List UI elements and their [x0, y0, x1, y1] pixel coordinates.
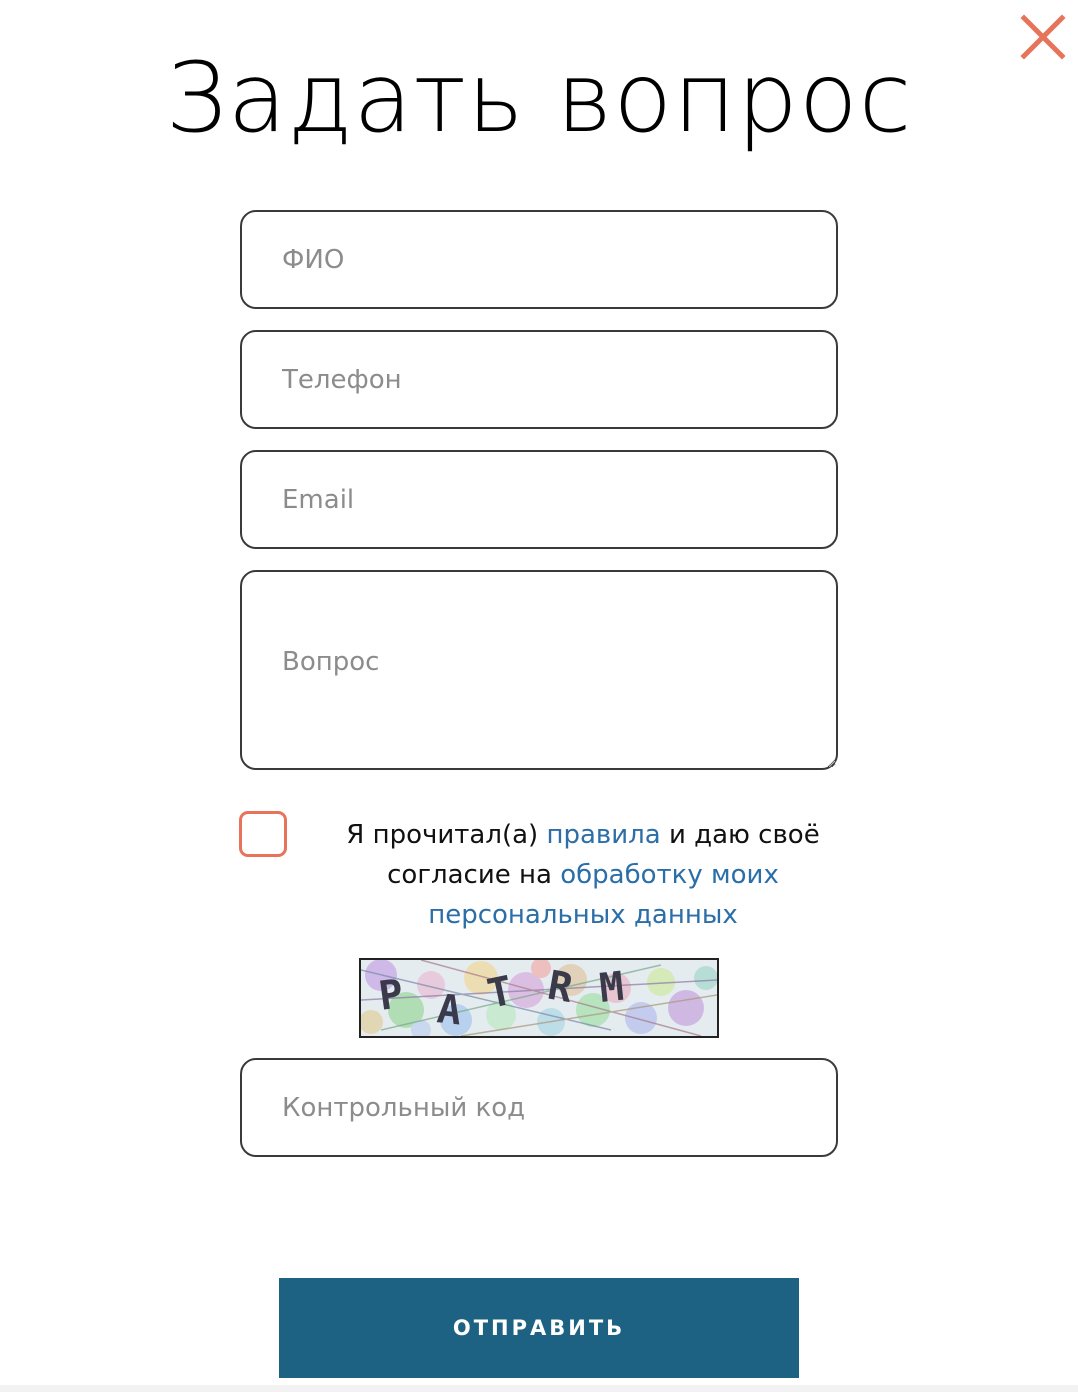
phone-input[interactable]	[240, 330, 838, 429]
email-input[interactable]	[240, 450, 838, 549]
question-textarea[interactable]	[240, 570, 838, 770]
dialog-title: Задать вопрос	[165, 42, 913, 154]
captcha-image: P A T R M	[359, 958, 719, 1038]
rules-link[interactable]: правила	[546, 820, 660, 850]
bottom-divider	[0, 1385, 1078, 1392]
consent-text: Я прочитал(а) правила и даю своё согласи…	[340, 815, 826, 935]
submit-button[interactable]: ОТПРАВИТЬ	[279, 1278, 799, 1378]
svg-text:M: M	[597, 964, 626, 1012]
svg-text:A: A	[435, 986, 464, 1034]
consent-checkbox[interactable]	[239, 811, 287, 857]
captcha-code-input[interactable]	[240, 1058, 838, 1157]
fio-input[interactable]	[240, 210, 838, 309]
consent-text-part-1: Я прочитал(а)	[346, 820, 547, 850]
